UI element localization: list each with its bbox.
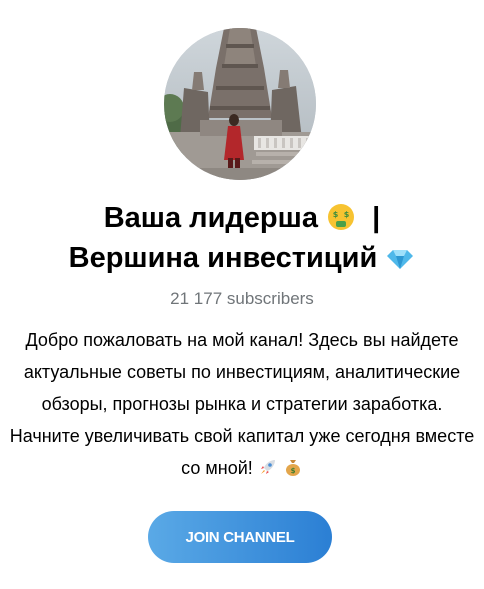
svg-text:$: $: [344, 210, 350, 219]
avatar-photo-icon: [164, 28, 316, 180]
subscriber-count: 21 177 subscribers: [170, 289, 314, 308]
channel-avatar: [164, 28, 316, 180]
channel-title-text-1: Ваша лидерша: [103, 202, 318, 234]
svg-text:$: $: [333, 210, 339, 219]
rocket-icon: [260, 460, 275, 474]
channel-title-line-2: Вершина инвестиций: [0, 238, 484, 278]
money-bag-icon: $: [285, 460, 300, 476]
channel-description-text: Добро пожаловать на мой канал! Здесь вы …: [9, 330, 475, 478]
channel-title-text-2: Вершина инвестиций: [68, 242, 378, 274]
channel-title: Ваша лидерша $ $ | Вершина инвестиций: [0, 198, 484, 278]
money-mouth-face-icon: $ $: [328, 204, 355, 230]
channel-title-separator: |: [372, 202, 381, 234]
gem-stone-icon: [387, 250, 414, 269]
channel-title-line-1: Ваша лидерша $ $ |: [0, 198, 484, 238]
channel-description: Добро пожаловать на мой канал! Здесь вы …: [8, 324, 476, 484]
join-channel-button[interactable]: JOIN CHANNEL: [148, 511, 332, 563]
svg-text:$: $: [290, 467, 295, 475]
channel-preview-page: Ваша лидерша $ $ | Вершина инвестиций 21…: [0, 0, 484, 589]
